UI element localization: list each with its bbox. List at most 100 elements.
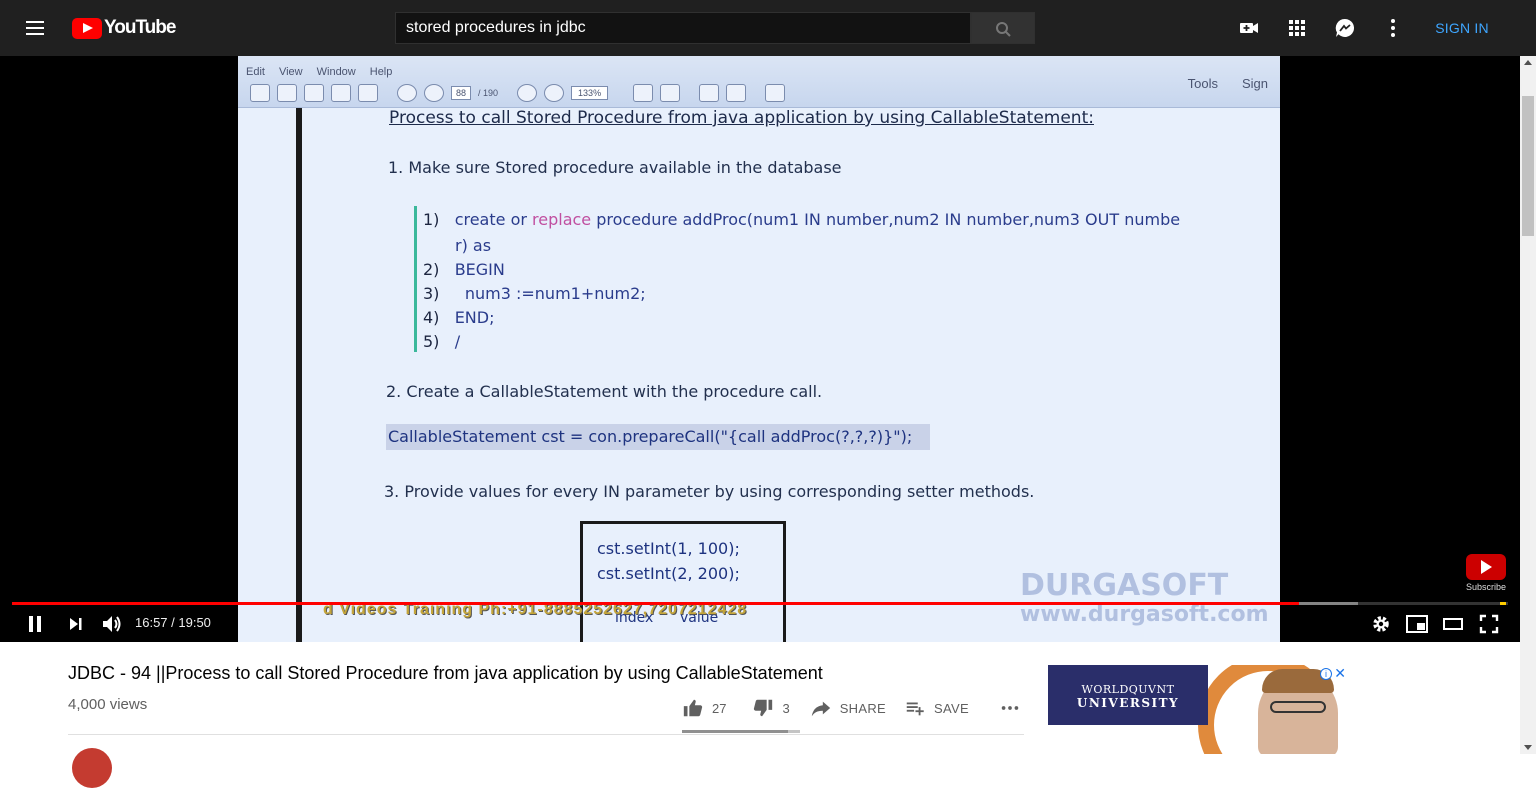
video-frame: Edit View Window Help 88 / 190 133% Tool…: [238, 56, 1280, 642]
pdf-sign-label: Sign: [1241, 76, 1268, 91]
pdf-right-menu: Tools Sign: [1188, 76, 1268, 91]
video-info: JDBC - 94 ||Process to call Stored Proce…: [0, 642, 1536, 788]
code-text: num3 :=num1+num2;: [454, 284, 646, 303]
share-icon: [811, 701, 830, 717]
pdf-page-total: / 190: [478, 88, 499, 98]
page-scrollbar[interactable]: [1520, 56, 1536, 754]
slide-step-3: 3. Provide values for every IN parameter…: [384, 482, 1035, 501]
ad-person-glasses: [1270, 701, 1326, 713]
code-text: procedure addProc(num1 IN number,num2 IN…: [591, 210, 1181, 229]
pdf-tool-icon: [699, 84, 720, 102]
pdf-tool-icon: [397, 84, 417, 102]
pdf-tool-icon: [544, 84, 565, 102]
slide-title: Process to call Stored Procedure from ja…: [389, 108, 1094, 128]
callable-statement-line: CallableStatement cst = con.prepareCall(…: [386, 424, 930, 450]
theater-mode-icon[interactable]: [1440, 611, 1466, 637]
ad-info-icon[interactable]: i: [1320, 668, 1332, 680]
create-video-icon[interactable]: [1237, 16, 1261, 40]
pdf-tool-icon: [660, 84, 681, 102]
slide-step-2: 2. Create a CallableStatement with the p…: [386, 382, 823, 401]
like-button[interactable]: 27: [682, 694, 726, 722]
thumbs-up-icon: [683, 699, 703, 717]
menu-icon[interactable]: [24, 16, 48, 40]
pdf-tool-icon: [765, 84, 786, 102]
search-button[interactable]: [971, 12, 1035, 44]
next-icon[interactable]: [63, 611, 89, 637]
like-count: 27: [712, 700, 727, 716]
pdf-menu-item: Edit: [246, 66, 265, 78]
progress-bar[interactable]: [12, 602, 1508, 605]
apps-grid-icon[interactable]: [1285, 16, 1309, 40]
code-text: /: [454, 332, 461, 351]
player-controls: 16:57 / 19:50: [0, 606, 1520, 642]
sentiment-bar: [682, 730, 800, 733]
fullscreen-icon[interactable]: [1476, 611, 1502, 637]
search-icon: [996, 22, 1011, 37]
time-display: 16:57 / 19:50: [135, 615, 211, 630]
dislike-button[interactable]: 3: [752, 694, 790, 722]
ad-brand-line-1: WORLDQUVNT: [1081, 683, 1175, 696]
subscribe-icon: [1466, 554, 1506, 580]
scroll-up-arrow-icon[interactable]: [1524, 60, 1532, 65]
code-line-2: 2) BEGIN: [423, 260, 505, 279]
code-line-number: 3): [423, 284, 440, 303]
ad-brand-line-2: UNIVERSITY: [1076, 696, 1180, 710]
pdf-tool-icons: 88 / 190 133%: [250, 82, 786, 104]
settings-gear-icon[interactable]: [1368, 611, 1394, 637]
code-block: 1) create or replace procedure addProc(n…: [414, 206, 1234, 352]
pdf-tools-label: Tools: [1187, 76, 1218, 91]
slide-step-1: 1. Make sure Stored procedure available …: [388, 158, 842, 177]
search-input[interactable]: stored procedures in jdbc: [395, 12, 971, 44]
pause-icon[interactable]: [22, 611, 48, 637]
pdf-tool-icon: [517, 84, 538, 102]
pdf-page-number: 88: [451, 86, 472, 100]
messages-icon[interactable]: [1333, 16, 1357, 40]
pdf-tool-icon: [304, 84, 324, 102]
subscribe-watermark[interactable]: Subscribe: [1466, 554, 1506, 594]
pdf-tool-icon: [358, 84, 378, 102]
code-line-1: 1) create or replace procedure addProc(n…: [423, 210, 1180, 229]
channel-avatar[interactable]: [72, 748, 112, 788]
scroll-down-arrow-icon[interactable]: [1524, 745, 1532, 750]
video-player[interactable]: Edit View Window Help 88 / 190 133% Tool…: [0, 56, 1520, 642]
code-line-number: 1): [423, 210, 440, 229]
progress-played: [12, 602, 1300, 605]
ad-banner[interactable]: WORLDQUVNT UNIVERSITY i ✕: [1048, 665, 1348, 754]
code-text: BEGIN: [454, 260, 505, 279]
video-title: JDBC - 94 ||Process to call Stored Proce…: [68, 663, 823, 683]
code-line-1b: r) as: [455, 236, 492, 255]
pdf-zoom: 133%: [571, 86, 609, 100]
share-button[interactable]: SHARE: [810, 694, 886, 722]
thumbs-down-icon: [754, 699, 773, 717]
scrollbar-thumb[interactable]: [1522, 96, 1534, 236]
view-count: 4,000 views: [68, 696, 148, 713]
code-line-4: 4) END;: [423, 308, 494, 327]
setter-line-1: cst.setInt(1, 100);: [597, 539, 740, 558]
volume-icon[interactable]: [99, 611, 125, 637]
pdf-tool-icon: [424, 84, 444, 102]
share-label: SHARE: [839, 700, 886, 716]
save-label: SAVE: [934, 700, 969, 716]
logo-text: YouTube: [104, 17, 176, 38]
save-button[interactable]: SAVE: [904, 694, 969, 722]
more-options-icon[interactable]: [1381, 16, 1405, 40]
more-actions-icon[interactable]: [999, 694, 1029, 722]
code-line-number: 5): [423, 332, 440, 351]
sentiment-likes: [682, 730, 789, 733]
code-line-number: 2): [423, 260, 440, 279]
page-margin-line: [296, 108, 302, 642]
miniplayer-icon[interactable]: [1404, 611, 1430, 637]
pdf-menu-item: View: [278, 66, 303, 78]
pdf-tool-icon: [331, 84, 351, 102]
ad-close-icon[interactable]: ✕: [1334, 666, 1346, 680]
youtube-logo[interactable]: YouTube: [72, 17, 176, 39]
subscribe-label: Subscribe: [1466, 582, 1507, 592]
pdf-tool-icon: [250, 84, 270, 102]
sign-in-button[interactable]: SIGN IN: [1424, 12, 1500, 44]
pdf-tool-icon: [726, 84, 747, 102]
dislike-count: 3: [782, 700, 790, 716]
watermark-brand: DURGASOFT: [1020, 568, 1229, 603]
action-bar: 27 3 SHARE SAVE: [682, 694, 1043, 722]
add-to-playlist-icon: [906, 702, 924, 716]
divider: [68, 734, 1024, 735]
